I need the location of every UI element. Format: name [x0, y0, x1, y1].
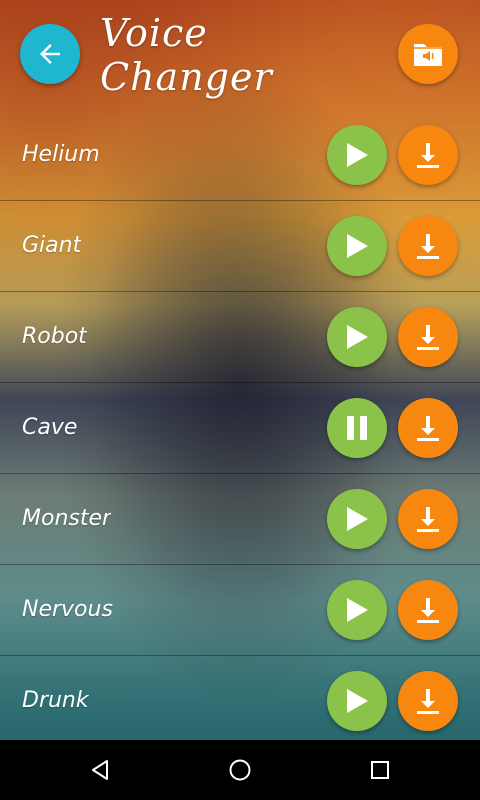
nav-home-button[interactable]	[200, 740, 280, 800]
play-button[interactable]	[327, 216, 387, 276]
download-button[interactable]	[398, 671, 458, 731]
system-navigation-bar	[0, 740, 480, 800]
list-item: Nervous	[0, 565, 480, 656]
download-icon	[417, 234, 439, 259]
play-button[interactable]	[327, 307, 387, 367]
nav-back-triangle-icon	[92, 760, 108, 780]
list-item: Cave	[0, 383, 480, 474]
download-icon	[417, 325, 439, 350]
effect-label: Helium	[22, 142, 100, 167]
effect-label: Giant	[22, 233, 82, 258]
list-item: Robot	[0, 292, 480, 383]
list-item: Helium	[0, 110, 480, 201]
nav-recents-button[interactable]	[340, 740, 420, 800]
recordings-folder-button[interactable]	[398, 24, 458, 84]
download-button[interactable]	[398, 216, 458, 276]
play-icon	[347, 143, 368, 167]
pause-button[interactable]	[327, 398, 387, 458]
download-button[interactable]	[398, 398, 458, 458]
pause-icon	[347, 416, 367, 440]
list-item: Monster	[0, 474, 480, 565]
list-item: Giant	[0, 201, 480, 292]
download-icon	[417, 507, 439, 532]
arrow-left-icon	[40, 44, 60, 64]
download-button[interactable]	[398, 580, 458, 640]
nav-home-circle-icon	[229, 759, 251, 781]
voice-effects-list: Helium Giant Robot Cave Monster Nervous …	[0, 110, 480, 740]
play-button[interactable]	[327, 671, 387, 731]
download-icon	[417, 416, 439, 441]
effect-label: Cave	[22, 415, 78, 440]
download-icon	[417, 598, 439, 623]
folder-sound-icon	[414, 44, 442, 66]
play-icon	[347, 689, 368, 713]
effect-label: Monster	[22, 506, 112, 531]
page-title: Voice Changer	[100, 11, 273, 99]
nav-back-button[interactable]	[60, 740, 140, 800]
app-header: Voice Changer	[0, 0, 480, 110]
download-icon	[417, 689, 439, 714]
effect-label: Robot	[22, 324, 87, 349]
play-icon	[347, 507, 368, 531]
download-button[interactable]	[398, 307, 458, 367]
effect-label: Drunk	[22, 688, 89, 713]
play-icon	[347, 234, 368, 258]
play-button[interactable]	[327, 580, 387, 640]
list-item: Drunk	[0, 656, 480, 746]
play-button[interactable]	[327, 489, 387, 549]
download-icon	[417, 143, 439, 168]
play-icon	[347, 325, 368, 349]
play-button[interactable]	[327, 125, 387, 185]
nav-recents-square-icon	[371, 761, 389, 779]
back-button[interactable]	[20, 24, 80, 84]
download-button[interactable]	[398, 125, 458, 185]
download-button[interactable]	[398, 489, 458, 549]
play-icon	[347, 598, 368, 622]
effect-label: Nervous	[22, 597, 113, 622]
